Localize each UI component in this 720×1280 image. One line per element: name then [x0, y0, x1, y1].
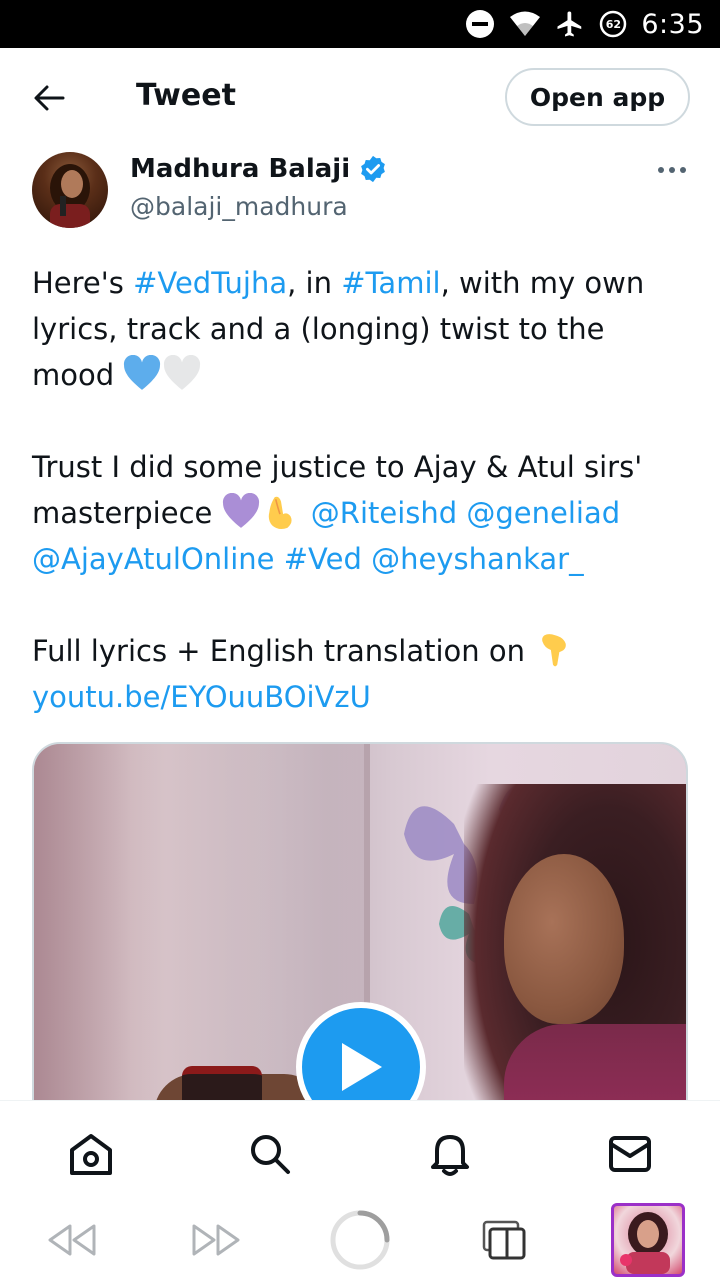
- notifications-icon: [431, 1135, 469, 1176]
- mention-link[interactable]: @geneliad: [466, 496, 620, 530]
- pointing-down-emoji-icon: [542, 634, 567, 667]
- browser-back-button[interactable]: [44, 1210, 100, 1270]
- hashtag-link[interactable]: #Ved: [284, 542, 362, 576]
- back-button[interactable]: [26, 78, 72, 118]
- status-time: 6:35: [641, 8, 704, 40]
- browser-reload-button[interactable]: [328, 1210, 392, 1270]
- hashtag-link[interactable]: #VedTujha: [133, 266, 287, 300]
- avatar[interactable]: [32, 152, 108, 228]
- mention-link[interactable]: @AjayAtulOnline: [32, 542, 275, 576]
- tab-thumbnail-image: [620, 1212, 670, 1274]
- search-icon: [251, 1135, 290, 1174]
- status-icons: 62 6:35: [465, 0, 704, 48]
- current-tab-thumbnail[interactable]: [611, 1203, 685, 1277]
- nav-search[interactable]: [245, 1129, 295, 1179]
- text-segment: Full lyrics + English translation on: [32, 634, 535, 668]
- tweet-paragraph-3: Full lyrics + English translation on: [32, 628, 682, 674]
- avatar-image: [50, 164, 90, 228]
- home-icon: [70, 1134, 112, 1175]
- tweet-paragraph-4: youtu.be/EYOuuBOiVzU: [32, 674, 682, 720]
- messages-icon: [609, 1136, 651, 1172]
- tweet-paragraph-2: Trust I did some justice to Ajay & Atul …: [32, 444, 682, 582]
- status-bar: 62 6:35: [0, 0, 720, 48]
- bottom-navigation: [0, 1100, 720, 1200]
- loading-icon: [330, 1210, 390, 1270]
- video-preview[interactable]: [32, 742, 688, 1162]
- nav-messages[interactable]: [605, 1129, 655, 1179]
- person-face: [504, 854, 624, 1024]
- mention-link[interactable]: @heyshankar_: [371, 542, 584, 576]
- page-title: Tweet: [136, 78, 236, 113]
- battery-level: 62: [605, 17, 622, 31]
- nav-home[interactable]: [66, 1129, 116, 1179]
- author-name[interactable]: Madhura Balaji: [130, 154, 388, 184]
- more-dot-icon: [669, 167, 675, 173]
- purple-heart-emoji-icon: [222, 493, 259, 528]
- text-segment: Here's: [32, 266, 134, 300]
- white-heart-emoji-icon: [164, 355, 201, 390]
- author-handle[interactable]: @balaji_madhura: [130, 192, 348, 221]
- back-arrow-icon: [34, 85, 65, 111]
- do-not-disturb-icon: [466, 10, 495, 38]
- tweet-text: Here's #VedTujha, in #Tamil, with my own…: [32, 260, 682, 720]
- tweet-paragraph-1: Here's #VedTujha, in #Tamil, with my own…: [32, 260, 682, 398]
- play-icon: [342, 1043, 382, 1091]
- blue-heart-emoji-icon: [124, 355, 161, 390]
- wifi-icon: [510, 11, 541, 36]
- hashtag-link[interactable]: #Tamil: [341, 266, 440, 300]
- open-app-button[interactable]: Open app: [505, 68, 690, 126]
- verified-badge-icon: [361, 155, 385, 183]
- browser-tabs-button[interactable]: [478, 1210, 528, 1270]
- mention-link[interactable]: @Riteishd: [311, 496, 457, 530]
- header: Tweet Open app: [0, 48, 720, 146]
- nav-notifications[interactable]: [425, 1129, 475, 1179]
- author-name-text: Madhura Balaji: [130, 154, 351, 184]
- browser-forward-button[interactable]: [188, 1210, 244, 1270]
- more-options-button[interactable]: [650, 158, 694, 182]
- tabs-icon: [482, 1220, 526, 1260]
- more-dot-icon: [680, 167, 686, 173]
- text-segment: , in: [287, 266, 342, 300]
- youtube-link[interactable]: youtu.be/EYOuuBOiVzU: [32, 680, 371, 714]
- pinched-fingers-emoji-icon: [268, 496, 292, 530]
- back-icon: [48, 1224, 96, 1256]
- battery-icon: 62: [599, 10, 627, 38]
- forward-icon: [192, 1224, 240, 1256]
- more-dot-icon: [658, 167, 664, 173]
- airplane-mode-icon: [557, 11, 582, 37]
